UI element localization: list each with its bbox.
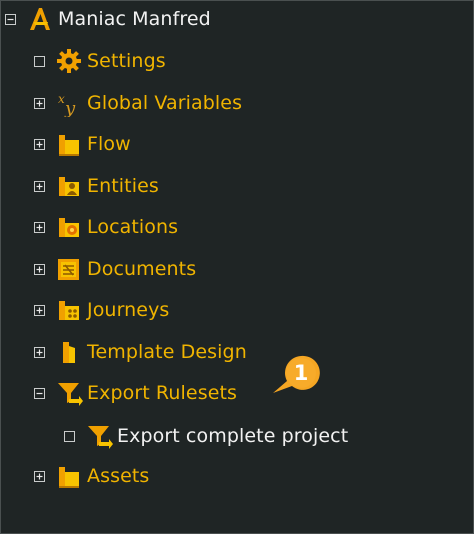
tree-node-label: Entities bbox=[87, 175, 159, 197]
tree-node-label: Flow bbox=[87, 133, 131, 155]
tree-node-entities[interactable]: Entities bbox=[34, 169, 159, 203]
export-funnel-icon bbox=[54, 378, 84, 408]
expand-icon[interactable] bbox=[34, 97, 45, 109]
tree-node-label: Settings bbox=[87, 50, 166, 72]
tree-node-label: Assets bbox=[87, 465, 150, 487]
tree-node-label: Locations bbox=[87, 216, 179, 238]
tree-node-export-complete-project[interactable]: Export complete project bbox=[64, 419, 348, 453]
expand-icon[interactable] bbox=[34, 470, 45, 482]
tree-node-assets[interactable]: Assets bbox=[34, 459, 149, 493]
export-funnel-icon bbox=[84, 421, 114, 451]
svg-text:y: y bbox=[64, 98, 76, 117]
tree-node-flow[interactable]: Flow bbox=[34, 127, 131, 161]
tree-node-documents[interactable]: Documents bbox=[34, 252, 196, 286]
empty-expander-icon bbox=[34, 55, 45, 67]
collapse-icon[interactable] bbox=[5, 13, 16, 25]
tree-node-label: Global Variables bbox=[87, 92, 243, 114]
expand-icon[interactable] bbox=[34, 138, 45, 150]
expand-icon[interactable] bbox=[34, 221, 45, 233]
folder-icon bbox=[54, 129, 84, 159]
entities-folder-icon bbox=[54, 171, 84, 201]
documents-folder-icon bbox=[54, 254, 84, 284]
tree-node-journeys[interactable]: Journeys bbox=[34, 293, 169, 327]
project-tree: Maniac Manfred Settings x y Global Varia… bbox=[0, 0, 474, 534]
expand-icon[interactable] bbox=[34, 346, 45, 358]
tree-node-export-rulesets[interactable]: Export Rulesets bbox=[34, 376, 237, 410]
tree-node-label: Export Rulesets bbox=[87, 382, 238, 404]
manfred-logo-icon bbox=[25, 4, 55, 34]
tree-node-root[interactable]: Maniac Manfred bbox=[5, 2, 211, 36]
svg-text:x: x bbox=[58, 92, 65, 106]
locations-folder-icon bbox=[54, 212, 84, 242]
tree-node-label: Documents bbox=[87, 258, 197, 280]
expand-icon[interactable] bbox=[34, 180, 45, 192]
collapse-icon[interactable] bbox=[34, 387, 45, 399]
expand-icon[interactable] bbox=[34, 263, 45, 275]
callout-number: 1 bbox=[293, 361, 309, 385]
callout-badge: 1 bbox=[270, 355, 322, 395]
empty-expander-icon bbox=[64, 430, 75, 442]
tree-node-settings[interactable]: Settings bbox=[34, 44, 166, 78]
template-folder-icon bbox=[54, 337, 84, 367]
folder-icon bbox=[54, 461, 84, 491]
journeys-folder-icon bbox=[54, 295, 84, 325]
tree-node-template-design[interactable]: Template Design bbox=[34, 335, 247, 369]
tree-node-label: Template Design bbox=[87, 341, 247, 363]
expand-icon[interactable] bbox=[34, 304, 45, 316]
variables-xy-icon: x y bbox=[54, 88, 84, 118]
tree-node-label: Export complete project bbox=[117, 425, 349, 447]
tree-node-global-variables[interactable]: x y Global Variables bbox=[34, 86, 242, 120]
tree-node-label: Journeys bbox=[87, 299, 170, 321]
tree-node-label: Maniac Manfred bbox=[58, 8, 211, 30]
tree-node-locations[interactable]: Locations bbox=[34, 210, 178, 244]
gear-icon bbox=[54, 46, 84, 76]
